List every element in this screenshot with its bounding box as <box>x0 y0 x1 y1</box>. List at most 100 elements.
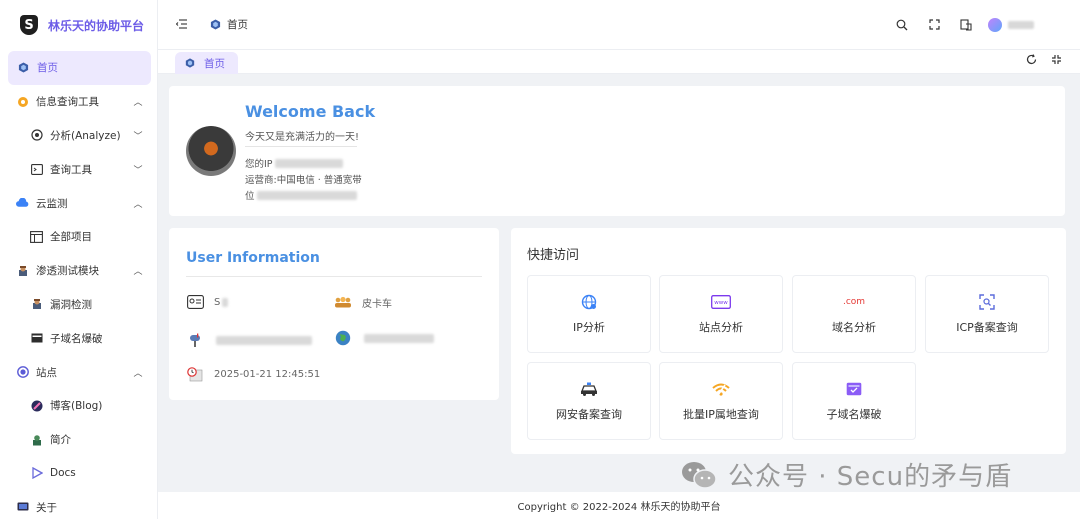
sidebar-item-label: 全部项目 <box>50 231 92 244</box>
quick-tile-site-analysis[interactable]: www 站点分析 <box>659 275 783 353</box>
translate-icon[interactable] <box>950 15 982 35</box>
search-icon[interactable] <box>886 15 918 35</box>
chevron-up-icon[interactable]: ︿ <box>133 97 143 108</box>
user-theme: 皮卡车 <box>362 298 392 310</box>
footer: Copyright © 2022-2024 林乐天的协助平台 <box>158 492 1080 519</box>
quick-tile-ip-analysis[interactable]: IP分析 <box>527 275 651 353</box>
quick-tile-label: 子域名爆破 <box>826 408 882 421</box>
user-name-redacted[interactable] <box>1008 20 1034 29</box>
hacker-icon <box>16 264 29 277</box>
sidebar-item-label: 漏洞检测 <box>50 298 92 311</box>
brand-title: 林乐天的协助平台 <box>48 18 145 33</box>
globe-gear-icon <box>581 293 597 311</box>
sidebar-item-docs[interactable]: Docs <box>0 457 157 491</box>
welcome-subtitle: 今天又是充满活力的一天! <box>245 132 360 143</box>
sidebar-item-info-tools[interactable]: 信息查询工具 ︿ <box>0 85 157 119</box>
profile-icon <box>30 433 43 446</box>
scan-search-icon <box>979 293 995 311</box>
sidebar-item-label: Docs <box>50 467 76 480</box>
last-login-time: 2025-01-21 12:45:51 <box>214 368 321 380</box>
user-avatar[interactable] <box>988 17 1002 32</box>
ip-label: 您的IP <box>245 159 273 170</box>
user-region-row <box>334 330 434 346</box>
isp-info: 运营商:中国电信 · 普通宽带 <box>245 175 362 186</box>
quick-tile-label: 域名分析 <box>832 321 876 334</box>
tab-label: 首页 <box>204 57 225 70</box>
sidebar-item-intro[interactable]: 简介 <box>0 423 157 457</box>
police-car-icon <box>580 380 598 398</box>
dotcom-icon: .com <box>842 297 866 307</box>
quick-tile-batch-ip-location[interactable]: 批量IP属地查询 <box>659 362 783 440</box>
sidebar-item-all-projects[interactable]: 全部项目 <box>0 220 157 254</box>
brand[interactable]: S 林乐天的协助平台 <box>0 0 157 50</box>
mail-check-icon <box>846 380 862 398</box>
user-info-title: User Information <box>186 250 320 266</box>
maximize-icon[interactable] <box>1051 54 1062 68</box>
sidebar-item-blog[interactable]: 博客(Blog) <box>0 389 157 423</box>
wechat-icon <box>682 461 717 489</box>
divider <box>245 146 357 147</box>
chevron-up-icon[interactable]: ︿ <box>133 266 143 277</box>
location-info: 位 <box>245 188 357 202</box>
fullscreen-icon[interactable] <box>918 15 950 35</box>
quick-tile-label: IP分析 <box>573 321 605 334</box>
chevron-down-icon[interactable]: ﹀ <box>133 130 143 142</box>
sidebar-item-home[interactable]: 首页 <box>8 51 151 85</box>
quick-tile-subdomain-bruteforce[interactable]: 子域名爆破 <box>792 362 916 440</box>
www-icon: www <box>711 293 731 311</box>
cloud-icon <box>16 197 29 210</box>
watermark: 公众号 · Secu的矛与盾 <box>680 456 1012 493</box>
sidebar-item-cloud-monitor[interactable]: 云监测 ︿ <box>0 186 157 220</box>
sidebar-item-subdomain[interactable]: 子域名爆破 <box>0 321 157 355</box>
sidebar-item-sites[interactable]: 站点 ︿ <box>0 355 157 389</box>
user-theme-row: 皮卡车 <box>334 294 392 310</box>
sidebar-item-label: 子域名爆破 <box>50 332 103 345</box>
welcome-title: Welcome Back <box>245 102 376 121</box>
globe-icon <box>334 330 352 346</box>
breadcrumb[interactable]: 首页 <box>210 17 248 32</box>
refresh-icon[interactable] <box>1026 54 1037 68</box>
ip-info: 您的IP <box>245 156 343 170</box>
top-actions <box>886 15 1034 35</box>
collapse-menu-icon[interactable] <box>175 18 190 32</box>
quick-tile-security-filing[interactable]: 网安备案查询 <box>527 362 651 440</box>
quick-tile-domain-analysis[interactable]: .com 域名分析 <box>792 275 916 353</box>
sidebar-item-about[interactable]: 关于 <box>0 490 157 519</box>
id-card-icon <box>186 294 204 310</box>
project-board-icon <box>30 230 43 243</box>
sidebar-item-pentest[interactable]: 渗透测试模块 ︿ <box>0 254 157 288</box>
user-info-card: User Information S 皮卡车 2025-01-21 12:45:… <box>169 228 499 400</box>
sidebar: S 林乐天的协助平台 首页 信息查询工具 ︿ 分析(Analyze) ﹀ 查询工… <box>0 0 158 519</box>
target-circle-icon <box>16 366 29 379</box>
cog-icon <box>16 95 29 108</box>
sidebar-item-analyze[interactable]: 分析(Analyze) ﹀ <box>0 119 157 153</box>
chevron-up-icon[interactable]: ︿ <box>133 198 143 210</box>
sidebar-item-label: 首页 <box>37 62 58 75</box>
wifi-signal-icon <box>711 380 731 398</box>
hexagon-icon <box>185 58 195 68</box>
bug-scan-icon <box>30 298 43 311</box>
location-label: 位 <box>245 191 255 202</box>
ip-redacted <box>274 158 343 168</box>
chevron-up-icon[interactable]: ︿ <box>133 367 143 379</box>
quick-tile-label: 批量IP属地查询 <box>683 408 759 421</box>
tabs-bar: 首页 <box>158 50 1080 74</box>
sidebar-item-label: 博客(Blog) <box>50 400 103 413</box>
sidebar-item-label: 站点 <box>36 366 57 379</box>
location-redacted <box>256 190 357 200</box>
blog-rocket-icon <box>30 399 43 412</box>
chevron-down-icon[interactable]: ﹀ <box>133 164 143 176</box>
region-redacted <box>364 333 434 343</box>
watermark-text: 公众号 · Secu的矛与盾 <box>728 462 1013 492</box>
quick-tile-label: ICP备案查询 <box>956 321 1018 334</box>
quick-tile-icp-query[interactable]: ICP备案查询 <box>925 275 1049 353</box>
quick-access-title: 快捷访问 <box>527 248 580 263</box>
hexagon-icon <box>210 19 221 30</box>
user-name: S <box>214 296 221 308</box>
tab-home[interactable]: 首页 <box>175 52 238 74</box>
sidebar-item-vuln-scan[interactable]: 漏洞检测 <box>0 288 157 322</box>
tab-tools <box>1026 54 1062 68</box>
monitor-icon <box>16 501 29 514</box>
name-redacted <box>222 297 229 307</box>
sidebar-item-query-tools[interactable]: 查询工具 ﹀ <box>0 152 157 186</box>
